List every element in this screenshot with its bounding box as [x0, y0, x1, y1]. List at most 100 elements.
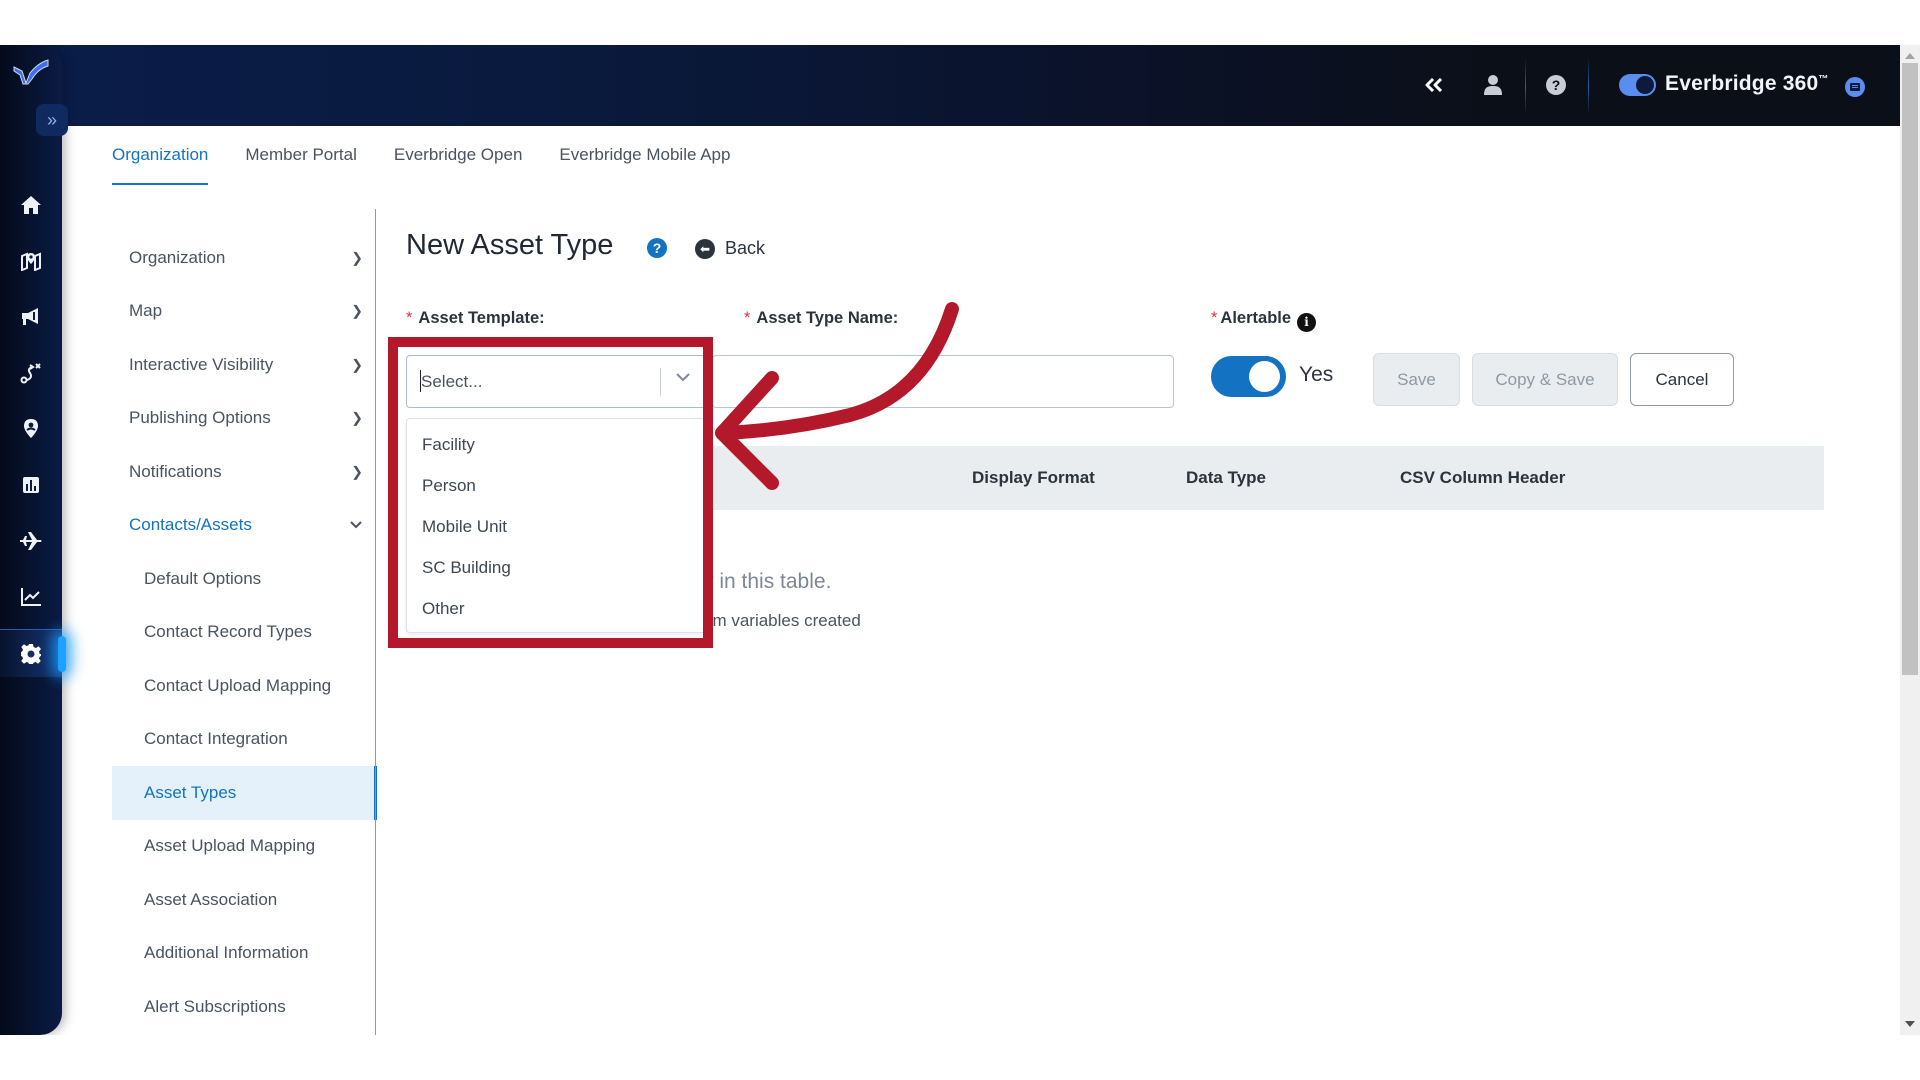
menu-item-label: Notifications	[129, 461, 222, 481]
scroll-up-arrow-icon[interactable]	[1905, 53, 1915, 59]
required-marker: *	[1211, 309, 1218, 327]
settings-tabs: Organization Member Portal Everbridge Op…	[112, 145, 730, 185]
option-mobile-unit[interactable]: Mobile Unit	[407, 506, 705, 547]
column-header-display-format[interactable]: Display Format	[972, 468, 1095, 488]
back-button[interactable]: ⬅ Back	[695, 238, 765, 259]
alertable-toggle[interactable]	[1211, 356, 1286, 397]
expand-rail-button[interactable]: »	[36, 104, 68, 136]
menu-item-interactive-visibility[interactable]: Interactive Visibility ❯	[112, 338, 375, 392]
rail-item-reports[interactable]	[0, 461, 62, 509]
menu-item-map[interactable]: Map ❯	[112, 285, 375, 339]
header-divider	[1525, 57, 1526, 115]
cancel-button[interactable]: Cancel	[1630, 353, 1734, 406]
brand-name: Everbridge 360™	[1665, 72, 1829, 95]
page-title: New Asset Type	[406, 229, 614, 261]
tab-member-portal[interactable]: Member Portal	[245, 145, 356, 185]
submenu-item-contact-integration[interactable]: Contact Integration	[112, 713, 375, 767]
tab-everbridge-mobile-app[interactable]: Everbridge Mobile App	[559, 145, 730, 185]
rail-item-map[interactable]	[0, 237, 62, 285]
chat-icon[interactable]	[1845, 77, 1865, 97]
option-sc-building[interactable]: SC Building	[407, 547, 705, 588]
double-chevron-right-icon: »	[46, 109, 57, 130]
rail-item-analytics[interactable]	[0, 573, 62, 621]
label-text: Asset Template:	[418, 309, 545, 327]
route-icon	[20, 363, 41, 384]
menu-item-publishing-options[interactable]: Publishing Options ❯	[112, 392, 375, 446]
line-chart-icon	[21, 588, 41, 606]
bar-chart-icon	[23, 477, 39, 493]
header-divider	[1588, 57, 1589, 115]
submenu-item-contact-upload-mapping[interactable]: Contact Upload Mapping	[112, 659, 375, 713]
map-pin-icon	[24, 419, 38, 438]
rail-item-settings[interactable]	[0, 629, 66, 677]
everbridge-logo-icon[interactable]	[12, 57, 50, 87]
page-scrollbar[interactable]	[1900, 45, 1920, 1035]
asset-template-options: Facility Person Mobile Unit SC Building …	[406, 418, 706, 633]
megaphone-icon	[22, 308, 38, 325]
svg-text:?: ?	[1552, 77, 1561, 93]
menu-divider	[375, 209, 376, 1035]
option-facility[interactable]: Facility	[407, 424, 705, 465]
required-marker: *	[744, 309, 751, 327]
column-header-data-type[interactable]: Data Type	[1186, 468, 1266, 488]
submenu-item-asset-types[interactable]: Asset Types	[112, 766, 377, 820]
menu-item-contacts-assets[interactable]: Contacts/Assets	[112, 499, 375, 553]
empty-table-hint: om variables created	[703, 611, 861, 630]
help-icon[interactable]: ?	[647, 238, 667, 258]
custom-variables-table-header: Display Format Data Type CSV Column Head…	[700, 446, 1824, 510]
top-header: ? Everbridge 360™	[0, 45, 1900, 126]
submenu-item-default-options[interactable]: Default Options	[112, 552, 375, 606]
copy-and-save-button[interactable]: Copy & Save	[1472, 353, 1618, 406]
scroll-thumb[interactable]	[1902, 63, 1918, 675]
collapse-double-chevron-icon[interactable]	[1418, 69, 1450, 101]
menu-item-label: Map	[129, 301, 163, 321]
everbridge-360-toggle[interactable]	[1619, 74, 1656, 96]
submenu-item-alert-subscriptions[interactable]: Alert Subscriptions	[112, 980, 375, 1034]
alertable-label: * Alertable i	[1211, 309, 1317, 332]
chevron-right-icon: ❯	[351, 463, 363, 480]
help-icon[interactable]: ?	[1540, 69, 1572, 101]
option-person[interactable]: Person	[407, 465, 705, 506]
menu-item-organization[interactable]: Organization ❯	[112, 231, 375, 285]
chevron-right-icon: ❯	[351, 302, 363, 319]
submenu-item-asset-upload-mapping[interactable]: Asset Upload Mapping	[112, 820, 375, 874]
asset-template-label: * Asset Template:	[406, 309, 545, 328]
scroll-down-arrow-icon[interactable]	[1905, 1021, 1915, 1027]
rail-item-home[interactable]	[0, 181, 62, 229]
empty-table-message: y in this table.	[703, 570, 832, 593]
select-separator	[660, 368, 661, 396]
label-text: Alertable	[1220, 309, 1292, 327]
save-button[interactable]: Save	[1373, 353, 1460, 406]
column-header-csv-column-header[interactable]: CSV Column Header	[1400, 468, 1565, 488]
option-other[interactable]: Other	[407, 588, 705, 629]
left-nav-rail: »	[0, 45, 68, 1035]
tab-everbridge-open[interactable]: Everbridge Open	[394, 145, 523, 185]
rail-item-travel[interactable]	[0, 517, 62, 565]
settings-side-menu: Organization ❯ Map ❯ Interactive Visibilit…	[112, 231, 377, 1034]
user-icon[interactable]	[1477, 69, 1509, 101]
asset-type-name-label: * Asset Type Name:	[744, 309, 898, 328]
map-icon	[21, 252, 41, 271]
asset-template-select[interactable]: Select...	[406, 355, 706, 408]
menu-item-label: Organization	[129, 247, 226, 267]
submenu-item-additional-information[interactable]: Additional Information	[112, 927, 375, 981]
rail-item-incidents[interactable]	[0, 349, 62, 397]
menu-item-notifications[interactable]: Notifications ❯	[112, 445, 375, 499]
alertable-state-label: Yes	[1299, 363, 1334, 386]
arrow-left-circle-icon: ⬅	[695, 238, 715, 259]
asset-type-name-input[interactable]	[712, 355, 1174, 408]
submenu-item-contact-record-types[interactable]: Contact Record Types	[112, 606, 375, 660]
toggle-knob	[1249, 361, 1280, 392]
app-frame: ? Everbridge 360™ » Organization Member …	[0, 45, 1900, 1035]
submenu-item-asset-association[interactable]: Asset Association	[112, 873, 375, 927]
chevron-down-icon[interactable]	[675, 370, 691, 388]
rail-item-communications[interactable]	[0, 293, 62, 341]
chevron-right-icon: ❯	[351, 356, 363, 373]
chevron-down-icon	[349, 517, 363, 533]
chevron-right-icon: ❯	[351, 409, 363, 426]
menu-item-label: Publishing Options	[129, 408, 271, 428]
info-icon[interactable]: i	[1297, 312, 1317, 332]
rail-item-locations[interactable]	[0, 405, 62, 453]
gear-icon	[21, 643, 41, 664]
tab-organization[interactable]: Organization	[112, 145, 209, 185]
